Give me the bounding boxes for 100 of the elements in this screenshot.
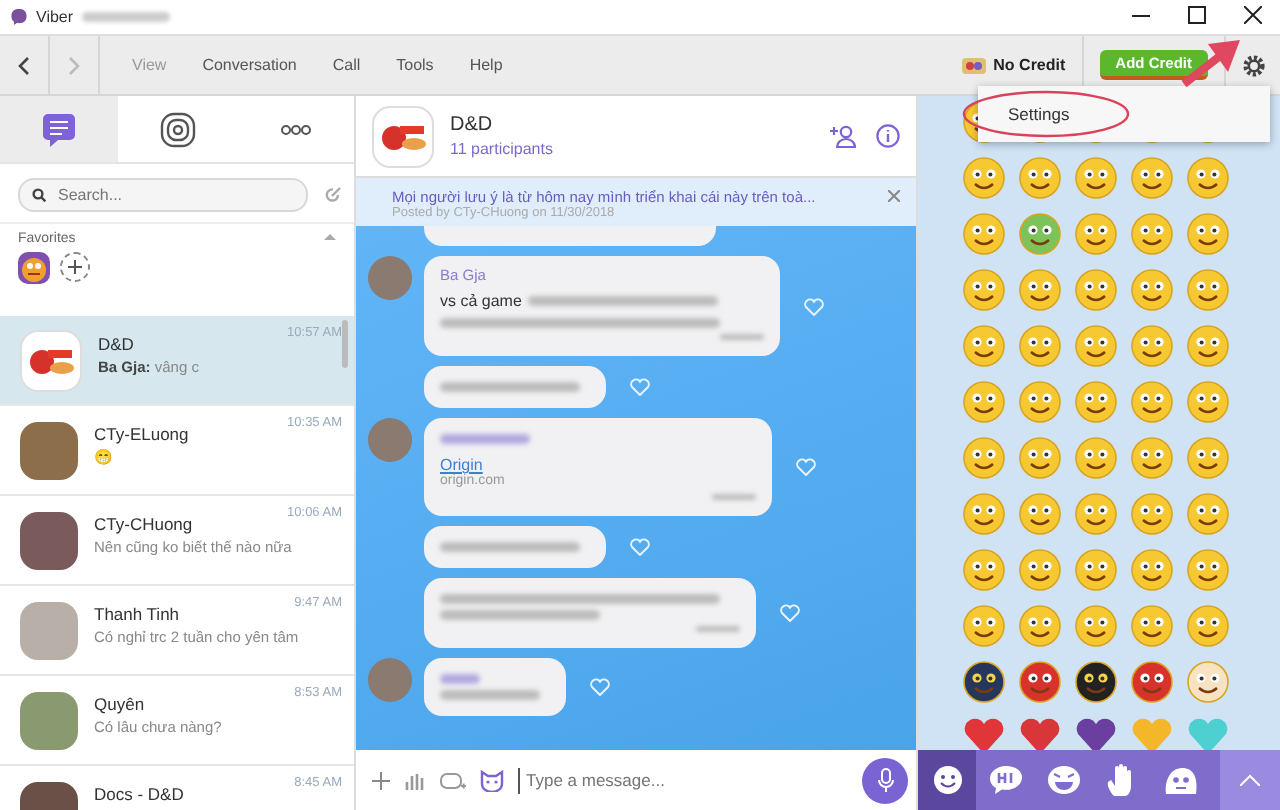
emoji-icon[interactable] xyxy=(962,604,1006,648)
emoji-icon[interactable] xyxy=(1186,156,1230,200)
emoji-icon[interactable] xyxy=(1130,492,1174,536)
emoji-icon[interactable] xyxy=(962,268,1006,312)
emoji-icon[interactable] xyxy=(1130,212,1174,256)
search-field[interactable]: Search... xyxy=(18,178,308,212)
emoji-icon[interactable] xyxy=(1186,660,1230,704)
emoji-icon[interactable] xyxy=(1130,380,1174,424)
concentric-squares-icon xyxy=(159,111,195,147)
credit-icon xyxy=(959,54,988,76)
emoji-icon[interactable] xyxy=(1130,436,1174,480)
emoji-icon[interactable] xyxy=(962,548,1006,592)
emoji-icon[interactable] xyxy=(1018,212,1062,256)
cartoon-avatar-icon[interactable] xyxy=(18,252,50,284)
emoji-icon[interactable] xyxy=(962,324,1006,368)
window-title: Viber xyxy=(36,8,74,26)
emoji-icon[interactable] xyxy=(1186,380,1230,424)
close-icon[interactable] xyxy=(888,190,900,202)
photo-placeholder xyxy=(20,421,78,479)
emoji-icon[interactable] xyxy=(1018,604,1062,648)
emoji-icon[interactable] xyxy=(1018,156,1062,200)
message-text: vs cả game xyxy=(440,292,522,310)
emoji-icon[interactable] xyxy=(1018,268,1062,312)
emoji-icon[interactable] xyxy=(962,492,1006,536)
emoji-icon[interactable] xyxy=(1130,156,1174,200)
cat-face-icon[interactable] xyxy=(480,769,504,791)
menu-item[interactable]: Help xyxy=(469,56,503,74)
emoji-icon[interactable] xyxy=(1018,492,1062,536)
emoji-icon[interactable] xyxy=(1186,436,1230,480)
conversation-title: D&D xyxy=(450,114,495,136)
close-icon xyxy=(1243,5,1261,23)
chevron-right-icon xyxy=(68,55,80,75)
photo-placeholder xyxy=(20,601,78,659)
chat-name: CTy-CHuong xyxy=(94,512,193,534)
emoji-icon[interactable] xyxy=(1074,492,1118,536)
microphone-button[interactable] xyxy=(862,757,908,803)
info-icon[interactable] xyxy=(876,124,900,148)
emoji-icon[interactable] xyxy=(1130,324,1174,368)
heart-icon[interactable] xyxy=(1018,716,1062,750)
bar-chart-icon[interactable] xyxy=(404,771,426,789)
chevron-left-icon xyxy=(18,55,30,75)
emoji-icon[interactable] xyxy=(1074,436,1118,480)
sticker-face-icon xyxy=(1161,763,1197,797)
emoji-icon[interactable] xyxy=(1074,324,1118,368)
emoji-icon[interactable] xyxy=(962,436,1006,480)
emoji-icon[interactable] xyxy=(1074,268,1118,312)
emoji-icon[interactable] xyxy=(962,212,1006,256)
emoji-icon[interactable] xyxy=(1018,380,1062,424)
emoji-icon[interactable] xyxy=(1074,212,1118,256)
sidebar-tab[interactable] xyxy=(0,96,118,162)
emoji-icon[interactable] xyxy=(1018,436,1062,480)
emoji-icon[interactable] xyxy=(1186,604,1230,648)
credit-label: No Credit xyxy=(993,56,1066,74)
plus-icon[interactable] xyxy=(372,771,390,789)
microphone-icon xyxy=(877,768,893,792)
emoji-icon[interactable] xyxy=(1074,604,1118,648)
more-icon xyxy=(279,123,311,135)
emoji-icon[interactable] xyxy=(1186,268,1230,312)
menu-item[interactable]: Conversation xyxy=(202,56,297,74)
emoji-icon[interactable] xyxy=(1018,324,1062,368)
speech-bubble-icon xyxy=(987,764,1023,796)
participants-count[interactable]: 11 participants xyxy=(450,140,553,158)
message-bubble xyxy=(424,658,566,716)
emoji-icon[interactable] xyxy=(1186,492,1230,536)
heart-icon[interactable] xyxy=(1074,716,1118,750)
menu-item[interactable]: Tools xyxy=(396,56,434,74)
chat-name: Thanh Tinh xyxy=(94,602,180,624)
chevron-up-icon xyxy=(1240,774,1260,786)
app-logo-icon xyxy=(10,8,28,26)
emoji-icon[interactable] xyxy=(1130,604,1174,648)
emoji-icon[interactable] xyxy=(962,156,1006,200)
emoji-icon[interactable] xyxy=(1130,268,1174,312)
emoji-icon[interactable] xyxy=(962,660,1006,704)
photo-placeholder xyxy=(368,256,412,300)
photo-placeholder xyxy=(20,691,78,749)
emoji-icon[interactable] xyxy=(1130,660,1174,704)
gif-icon[interactable] xyxy=(440,771,466,789)
link[interactable]: Origin xyxy=(440,456,483,474)
chat-bubble-icon xyxy=(42,111,76,147)
smiley-icon xyxy=(931,764,963,796)
laughing-face-icon xyxy=(1045,764,1081,796)
chat-name: CTy-ELuong xyxy=(94,422,189,444)
emoji-icon[interactable] xyxy=(1186,548,1230,592)
emoji-icon[interactable] xyxy=(1074,660,1118,704)
emoji-icon[interactable] xyxy=(1186,324,1230,368)
photo-placeholder xyxy=(368,418,412,462)
heart-icon[interactable] xyxy=(962,716,1006,750)
plus-icon xyxy=(68,260,82,274)
add-participant-icon[interactable] xyxy=(830,124,856,148)
emoji-icon[interactable] xyxy=(962,380,1006,424)
emoji-icon[interactable] xyxy=(1074,156,1118,200)
emoji-icon[interactable] xyxy=(1130,548,1174,592)
menu-item[interactable]: Call xyxy=(332,56,361,74)
emoji-icon[interactable] xyxy=(1074,548,1118,592)
emoji-icon[interactable] xyxy=(1186,212,1230,256)
emoji-icon[interactable] xyxy=(1074,380,1118,424)
add-favorite-button[interactable] xyxy=(60,252,90,282)
emoji-tab[interactable] xyxy=(918,750,976,810)
emoji-icon[interactable] xyxy=(1018,548,1062,592)
emoji-icon[interactable] xyxy=(1018,660,1062,704)
